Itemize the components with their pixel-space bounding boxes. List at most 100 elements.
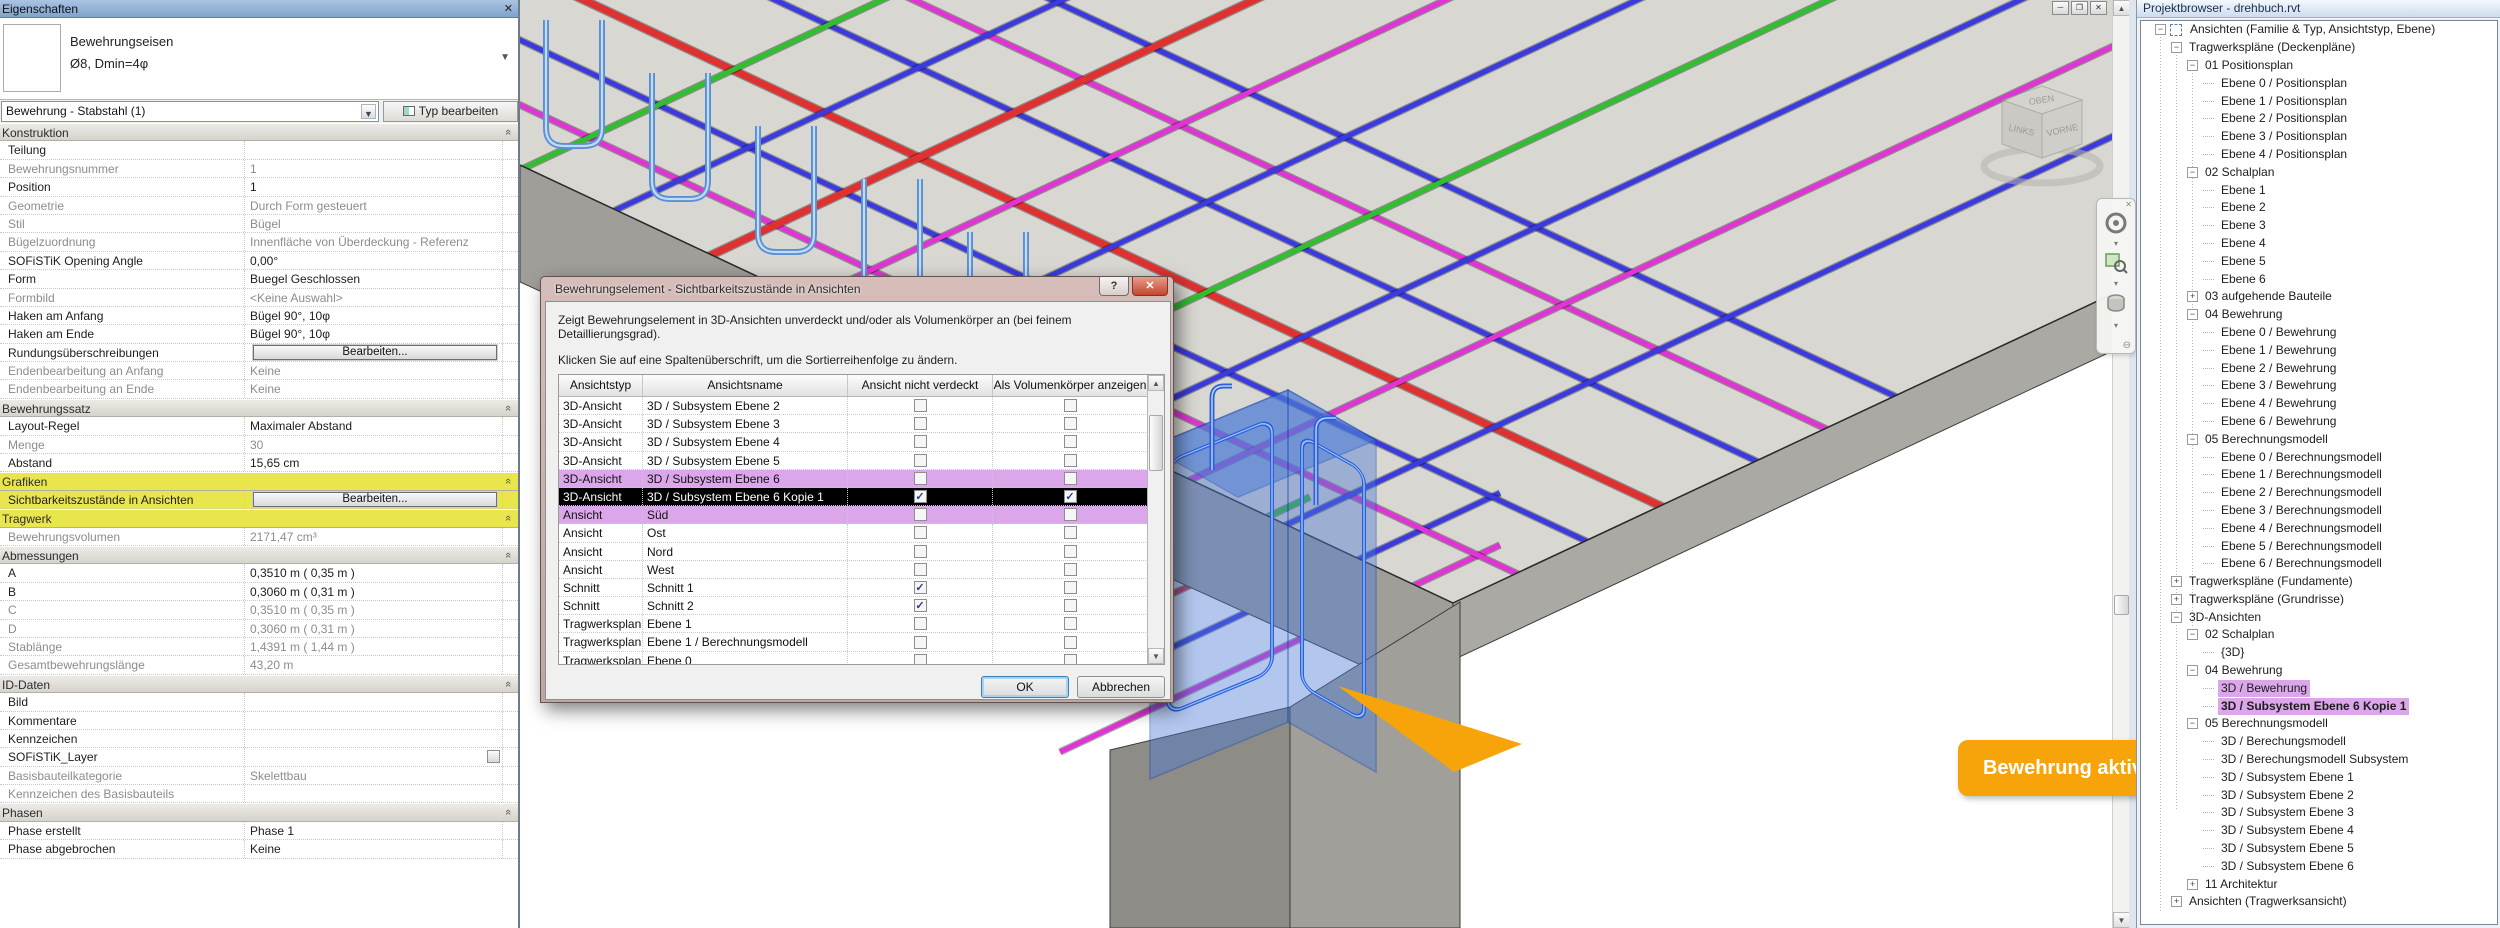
collapse-icon[interactable]: − bbox=[2187, 629, 2198, 640]
scrollbar-thumb[interactable] bbox=[1149, 415, 1163, 471]
navbar-dropdown-icon[interactable]: ▾ bbox=[2097, 279, 2135, 288]
project-browser-title-bar[interactable]: Projektbrowser - drehbuch.rvt bbox=[2137, 0, 2500, 18]
property-value[interactable]: Maximaler Abstand bbox=[245, 417, 502, 434]
tree-item[interactable]: 3D / Subsystem Ebene 6 Kopie 1 bbox=[2141, 697, 2497, 715]
tree-item[interactable]: Ebene 0 / Bewehrung bbox=[2141, 324, 2497, 342]
view-row[interactable]: AnsichtNord bbox=[559, 543, 1164, 561]
tree-item[interactable]: +Ansichten (Tragwerksansicht) bbox=[2141, 893, 2497, 911]
tree-item[interactable]: +03 aufgehende Bauteile bbox=[2141, 288, 2497, 306]
property-value[interactable]: Keine bbox=[245, 380, 502, 397]
tree-item[interactable]: −05 Berechnungsmodell bbox=[2141, 715, 2497, 733]
view-row[interactable]: 3D-Ansicht3D / Subsystem Ebene 3 bbox=[559, 415, 1164, 433]
property-group-header[interactable]: Bewehrungssatz« bbox=[0, 399, 518, 417]
tree-item[interactable]: Ebene 4 / Bewehrung bbox=[2141, 395, 2497, 413]
property-value[interactable]: Durch Form gesteuert bbox=[245, 197, 502, 214]
property-value[interactable]: 0,3060 m ( 0,31 m ) bbox=[245, 620, 502, 637]
minimize-icon[interactable]: ─ bbox=[2052, 1, 2069, 15]
checkbox[interactable] bbox=[914, 435, 927, 448]
properties-title-bar[interactable]: Eigenschaften ✕ bbox=[0, 0, 518, 18]
tree-item[interactable]: −3D-Ansichten bbox=[2141, 608, 2497, 626]
property-value[interactable]: Phase 1 bbox=[245, 822, 502, 839]
close-button[interactable]: ✕ bbox=[1132, 277, 1168, 296]
tree-item[interactable]: Ebene 5 bbox=[2141, 252, 2497, 270]
checkbox[interactable] bbox=[914, 508, 927, 521]
close-icon[interactable]: ✕ bbox=[2090, 1, 2107, 15]
ok-button[interactable]: OK bbox=[981, 676, 1069, 698]
property-value[interactable]: 43,20 m bbox=[245, 656, 502, 673]
tree-item[interactable]: Ebene 4 / Berechnungsmodell bbox=[2141, 519, 2497, 537]
property-value[interactable]: 1 bbox=[245, 160, 502, 177]
property-value[interactable]: Skelettbau bbox=[245, 767, 502, 784]
tree-item[interactable]: Ebene 0 / Berechnungsmodell bbox=[2141, 448, 2497, 466]
checkbox[interactable] bbox=[1064, 581, 1077, 594]
property-value[interactable] bbox=[245, 785, 502, 802]
tree-item[interactable]: −04 Bewehrung bbox=[2141, 662, 2497, 680]
checkbox[interactable] bbox=[914, 490, 927, 503]
property-value[interactable] bbox=[245, 712, 502, 729]
tree-item[interactable]: 3D / Berechungsmodell Subsystem bbox=[2141, 751, 2497, 769]
property-value[interactable]: 15,65 cm bbox=[245, 454, 502, 471]
scroll-up-icon[interactable]: ▲ bbox=[1148, 375, 1164, 391]
view-row[interactable]: 3D-Ansicht3D / Subsystem Ebene 6 Kopie 1 bbox=[559, 488, 1164, 506]
checkbox[interactable] bbox=[1064, 654, 1077, 665]
checkbox[interactable] bbox=[1064, 417, 1077, 430]
tree-item[interactable]: Ebene 4 bbox=[2141, 235, 2497, 253]
view-row[interactable]: SchnittSchnitt 1 bbox=[559, 579, 1164, 597]
table-scrollbar[interactable]: ▲ ▼ bbox=[1147, 375, 1164, 664]
view-row[interactable]: AnsichtOst bbox=[559, 524, 1164, 542]
collapse-icon[interactable]: − bbox=[2187, 718, 2198, 729]
navbar-close-icon[interactable]: ✕ bbox=[2125, 200, 2132, 209]
orbit-icon[interactable] bbox=[2097, 291, 2135, 317]
tree-item[interactable]: {3D} bbox=[2141, 644, 2497, 662]
property-group-header[interactable]: Grafiken« bbox=[0, 472, 518, 490]
collapse-icon[interactable]: − bbox=[2187, 167, 2198, 178]
property-value[interactable]: Bügel 90°, 10φ bbox=[245, 325, 502, 342]
restore-icon[interactable]: ❐ bbox=[2071, 1, 2088, 15]
property-value[interactable] bbox=[245, 748, 502, 765]
expand-icon[interactable]: + bbox=[2187, 291, 2198, 302]
tree-item[interactable]: −01 Positionsplan bbox=[2141, 57, 2497, 75]
tree-item[interactable]: −Tragwerkspläne (Deckenpläne) bbox=[2141, 39, 2497, 57]
cancel-button[interactable]: Abbrechen bbox=[1077, 676, 1165, 698]
element-filter-dropdown[interactable]: Bewehrung - Stabstahl (1) ▼ bbox=[1, 101, 379, 122]
collapse-chevron-icon[interactable]: « bbox=[501, 804, 517, 822]
property-value[interactable]: Bearbeiten... bbox=[245, 344, 502, 361]
tree-item[interactable]: Ebene 5 / Berechnungsmodell bbox=[2141, 537, 2497, 555]
checkbox[interactable] bbox=[1064, 399, 1077, 412]
tree-item[interactable]: Ebene 3 / Bewehrung bbox=[2141, 377, 2497, 395]
collapse-icon[interactable]: − bbox=[2155, 24, 2166, 35]
checkbox[interactable] bbox=[914, 617, 927, 630]
property-group-header[interactable]: Phasen« bbox=[0, 803, 518, 821]
bearbeiten-button[interactable]: Bearbeiten... bbox=[253, 492, 497, 507]
property-value[interactable]: 0,3510 m ( 0,35 m ) bbox=[245, 564, 502, 581]
checkbox[interactable] bbox=[914, 563, 927, 576]
collapse-icon[interactable]: − bbox=[2187, 434, 2198, 445]
column-header[interactable]: Ansichtsname bbox=[643, 375, 848, 396]
checkbox[interactable] bbox=[914, 636, 927, 649]
help-button[interactable]: ? bbox=[1099, 277, 1129, 296]
property-group-header[interactable]: Tragwerk« bbox=[0, 509, 518, 527]
collapse-icon[interactable]: − bbox=[2171, 42, 2182, 53]
property-value[interactable]: 0,3060 m ( 0,31 m ) bbox=[245, 583, 502, 600]
checkbox[interactable] bbox=[914, 545, 927, 558]
selected-rebar-subsystem[interactable] bbox=[1150, 386, 1376, 779]
expand-icon[interactable]: + bbox=[2171, 896, 2182, 907]
collapse-icon[interactable]: − bbox=[2187, 309, 2198, 320]
checkbox[interactable] bbox=[1064, 508, 1077, 521]
edit-type-button[interactable]: Typ bearbeiten bbox=[383, 101, 518, 122]
tree-item[interactable]: −02 Schalplan bbox=[2141, 163, 2497, 181]
property-value[interactable]: 0,3510 m ( 0,35 m ) bbox=[245, 601, 502, 618]
steering-wheel-icon[interactable] bbox=[2097, 211, 2135, 235]
tree-item[interactable]: Ebene 3 / Berechnungsmodell bbox=[2141, 502, 2497, 520]
checkbox[interactable] bbox=[1064, 636, 1077, 649]
zoom-region-icon[interactable] bbox=[2097, 251, 2135, 275]
collapse-icon[interactable]: − bbox=[2171, 612, 2182, 623]
tree-item[interactable]: 3D / Subsystem Ebene 1 bbox=[2141, 768, 2497, 786]
expand-icon[interactable]: + bbox=[2171, 594, 2182, 605]
property-value[interactable]: 1 bbox=[245, 178, 502, 195]
checkbox[interactable] bbox=[914, 399, 927, 412]
collapse-chevron-icon[interactable]: « bbox=[501, 509, 517, 527]
tree-item[interactable]: 3D / Subsystem Ebene 5 bbox=[2141, 840, 2497, 858]
view-row[interactable]: 3D-Ansicht3D / Subsystem Ebene 6 bbox=[559, 470, 1164, 488]
checkbox[interactable] bbox=[914, 654, 927, 665]
